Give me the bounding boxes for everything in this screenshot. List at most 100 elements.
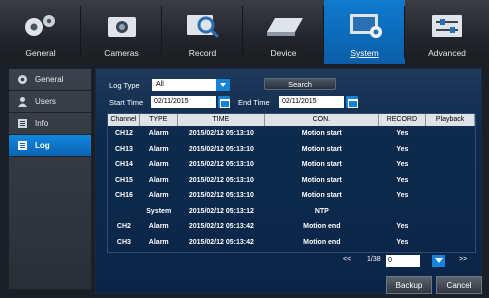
start-time-field[interactable]: 02/11/2015 [151, 96, 216, 108]
table-row[interactable]: CH3 Alarm 2015/02/12 05:13:42 Motion end Yes [108, 235, 475, 251]
cell-playback[interactable] [426, 157, 475, 173]
advanced-settings-icon [432, 15, 462, 37]
main-tab-bar: General Cameras Record Device System Adv… [0, 0, 489, 64]
cell-channel: CH13 [114, 145, 133, 153]
start-time-label: Start Time [109, 98, 144, 107]
tab-system[interactable]: System [324, 0, 405, 64]
cell-playback[interactable] [426, 219, 475, 235]
cell-record: Yes [396, 192, 409, 199]
info-icon [18, 119, 27, 128]
sidebar-item-label: General [35, 75, 64, 84]
cell-con: Motion start [301, 130, 342, 137]
header-con: CON. [265, 114, 379, 126]
end-time-label: End Time [238, 98, 270, 107]
cell-record: Yes [396, 145, 409, 153]
sidebar-item-general[interactable]: General [9, 69, 91, 91]
cancel-button[interactable]: Cancel [436, 276, 482, 294]
cell-record: Yes [396, 223, 409, 230]
tab-general[interactable]: General [0, 0, 81, 64]
log-table: Channel TYPE TIME CON. RECORD Playback C… [107, 113, 476, 253]
sidebar-item-label: Users [35, 97, 56, 106]
cell-time: 2015/02/12 05:13:10 [188, 130, 254, 137]
table-header: Channel TYPE TIME CON. RECORD Playback [108, 114, 475, 126]
table-row[interactable]: CH14 Alarm 2015/02/12 05:13:10 Motion start… [108, 157, 475, 173]
tab-label: Record [188, 48, 217, 58]
magnifier-icon [186, 15, 219, 39]
cell-channel [108, 204, 140, 220]
sidebar-item-log[interactable]: Log [9, 135, 91, 157]
sidebar: General Users Info Log [8, 68, 92, 290]
next-page-button[interactable]: >> [459, 256, 467, 263]
calendar-icon[interactable] [218, 96, 230, 108]
header-playback: Playback [426, 114, 475, 126]
cell-playback[interactable] [426, 173, 475, 189]
tab-advanced[interactable]: Advanced [405, 0, 489, 64]
tab-label: Device [270, 48, 297, 58]
sidebar-item-label: Info [35, 119, 49, 128]
cell-time: 2015/02/12 05:13:10 [188, 192, 254, 199]
log-type-label: Log Type [109, 81, 140, 90]
cell-channel: CH2 [116, 223, 131, 230]
tab-device[interactable]: Device [243, 0, 324, 64]
cell-playback[interactable] [426, 204, 475, 220]
cell-channel: CH15 [114, 176, 133, 184]
header-record: RECORD [379, 114, 427, 126]
header-channel: Channel [108, 114, 140, 126]
table-row[interactable]: CH15 Alarm 2015/02/12 05:13:10 Motion start… [108, 173, 475, 189]
cell-playback[interactable] [426, 142, 475, 158]
cell-con: Motion start [301, 192, 342, 199]
cell-con: Motion end [303, 223, 341, 230]
cell-con: Motion start [301, 145, 342, 153]
cell-record [379, 204, 427, 220]
end-time-field[interactable]: 02/11/2015 [279, 96, 344, 108]
cell-time: 2015/02/12 05:13:42 [188, 223, 254, 230]
cell-record: Yes [396, 161, 409, 168]
tab-label: Cameras [104, 48, 139, 58]
sidebar-item-label: Log [35, 141, 50, 150]
cell-con: NTP [314, 207, 329, 215]
cell-channel: CH3 [116, 238, 131, 246]
log-type-value: All [156, 81, 164, 88]
prev-page-button[interactable]: << [343, 256, 351, 263]
table-row[interactable]: CH16 Alarm 2015/02/12 05:13:10 Motion start… [108, 188, 475, 204]
table-row[interactable]: System 2015/02/12 05:13:12 NTP [108, 204, 475, 220]
cell-time: 2015/02/12 05:13:10 [188, 145, 254, 153]
cell-type: Alarm [148, 223, 169, 230]
sidebar-item-info[interactable]: Info [9, 113, 91, 135]
calendar-icon[interactable] [346, 96, 358, 108]
table-row[interactable]: CH12 Alarm 2015/02/12 05:13:10 Motion start… [108, 126, 475, 142]
go-page-button[interactable] [432, 255, 445, 267]
cell-con: Motion end [303, 238, 341, 246]
backup-button[interactable]: Backup [386, 276, 432, 294]
cell-time: 2015/02/12 05:13:10 [188, 161, 254, 168]
page-count: 1/38 [367, 256, 381, 263]
cell-playback[interactable] [426, 188, 475, 204]
cell-type: Alarm [148, 161, 169, 168]
table-body: CH12 Alarm 2015/02/12 05:13:10 Motion start… [108, 126, 475, 250]
tab-record[interactable]: Record [162, 0, 243, 64]
log-type-select[interactable]: All [152, 79, 230, 91]
table-row[interactable]: CH13 Alarm 2015/02/12 05:13:10 Motion start… [108, 142, 475, 158]
monitor-settings-icon [349, 14, 382, 38]
tab-label: Advanced [428, 48, 466, 58]
cell-playback[interactable] [426, 126, 475, 142]
cell-con: Motion start [301, 161, 342, 168]
cell-time: 2015/02/12 05:13:12 [188, 207, 254, 215]
tab-cameras[interactable]: Cameras [81, 0, 162, 64]
cell-playback[interactable] [426, 235, 475, 251]
cell-type: Alarm [148, 192, 169, 199]
gear-icon [18, 75, 27, 84]
log-panel: Log Type All Search Start Time 02/11/201… [95, 68, 482, 294]
tab-label: System [350, 48, 379, 58]
cell-type: System [146, 207, 172, 215]
sidebar-item-users[interactable]: Users [9, 91, 91, 113]
cell-channel: CH12 [114, 130, 133, 137]
cell-record: Yes [396, 176, 409, 184]
search-button[interactable]: Search [264, 78, 336, 90]
page-input[interactable]: 0 [386, 255, 420, 267]
gears-icon [24, 15, 55, 36]
chevron-down-icon [216, 79, 230, 91]
cell-type: Alarm [148, 145, 169, 153]
cell-channel: CH16 [114, 192, 133, 199]
table-row[interactable]: CH2 Alarm 2015/02/12 05:13:42 Motion end Yes [108, 219, 475, 235]
